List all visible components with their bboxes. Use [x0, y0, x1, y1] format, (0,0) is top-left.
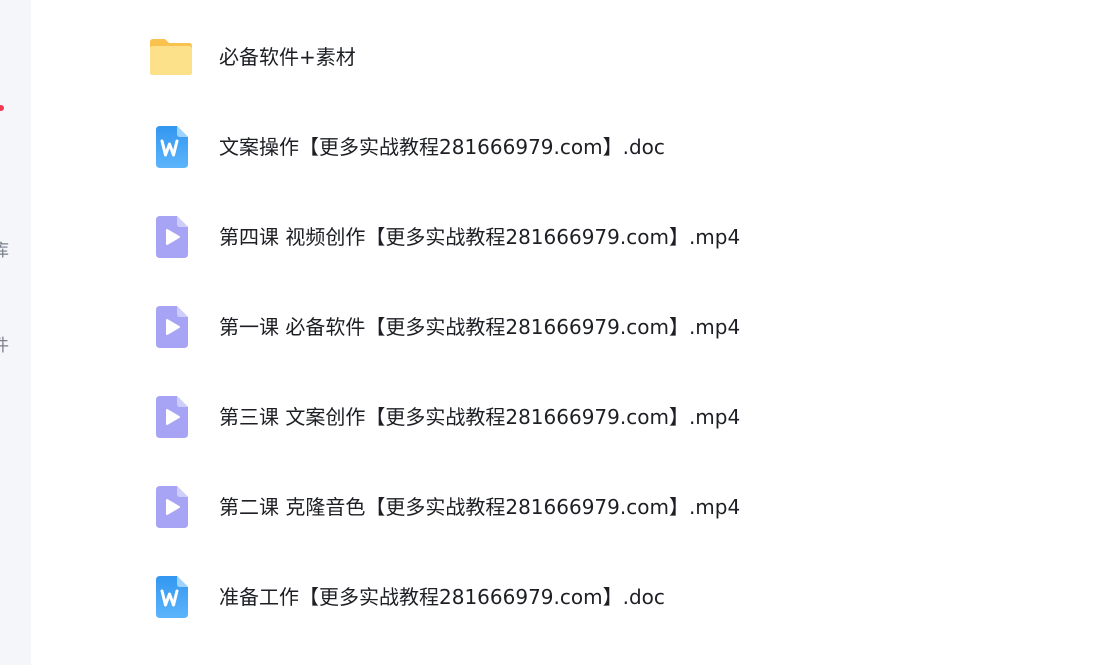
file-row-video[interactable]: 第三课 文案创作【更多实战教程281666979.com】.mp4	[140, 372, 1100, 462]
video-file-icon	[156, 396, 188, 438]
file-row-doc[interactable]: 准备工作【更多实战教程281666979.com】.doc	[140, 552, 1100, 642]
word-doc-icon	[156, 126, 188, 168]
file-name[interactable]: 第一课 必备软件【更多实战教程281666979.com】.mp4	[219, 315, 740, 339]
file-name[interactable]: 必备软件+素材	[219, 45, 356, 69]
file-row-folder[interactable]: 必备软件+素材	[140, 12, 1100, 102]
file-name[interactable]: 文案操作【更多实战教程281666979.com】.doc	[219, 135, 665, 159]
file-name[interactable]: 准备工作【更多实战教程281666979.com】.doc	[219, 585, 665, 609]
file-name[interactable]: 第四课 视频创作【更多实战教程281666979.com】.mp4	[219, 225, 740, 249]
file-row-video[interactable]: 第一课 必备软件【更多实战教程281666979.com】.mp4	[140, 282, 1100, 372]
word-doc-icon	[156, 576, 188, 618]
notification-dot	[0, 105, 4, 111]
video-file-icon	[156, 216, 188, 258]
file-name[interactable]: 第三课 文案创作【更多实战教程281666979.com】.mp4	[219, 405, 740, 429]
sidebar-item-label[interactable]: 库	[0, 241, 12, 261]
video-file-icon	[156, 486, 188, 528]
folder-icon	[150, 39, 192, 75]
file-name[interactable]: 第二课 克隆音色【更多实战教程281666979.com】.mp4	[219, 495, 740, 519]
video-file-icon	[156, 306, 188, 348]
file-row-doc[interactable]: 文案操作【更多实战教程281666979.com】.doc	[140, 102, 1100, 192]
file-row-video[interactable]: 第二课 克隆音色【更多实战教程281666979.com】.mp4	[140, 462, 1100, 552]
sidebar: 库 件	[0, 0, 31, 665]
file-row-video[interactable]: 第四课 视频创作【更多实战教程281666979.com】.mp4	[140, 192, 1100, 282]
sidebar-item-label[interactable]: 件	[0, 336, 12, 356]
